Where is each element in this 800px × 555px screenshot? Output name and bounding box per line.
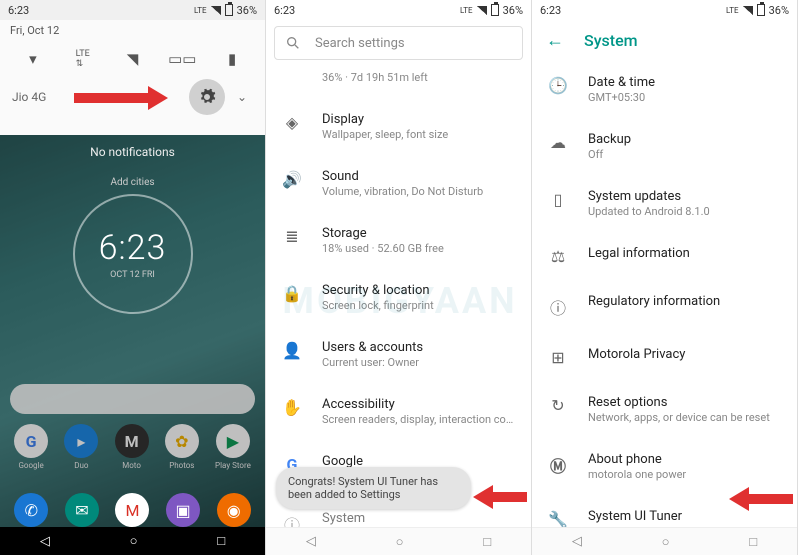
clock-icon: 🕒 [548,76,568,95]
nav-bar: ◁ ○ □ [532,527,797,555]
search-settings-input[interactable]: Search settings [274,26,523,60]
nav-home[interactable]: ○ [396,534,404,550]
toast-ui-tuner-added: Congrats! System UI Tuner has been added… [276,467,471,509]
nav-bar: ◁ ○ □ [266,527,531,555]
signal-icon [477,6,487,15]
system-list: 🕒 Date & timeGMT+05:30 ☁ BackupOff ▯ Sys… [532,61,797,555]
reset-icon: ↻ [548,396,568,415]
data-icon[interactable]: LTE⇅ [71,47,95,71]
lte-indicator: LTE [460,6,473,15]
nav-home[interactable]: ○ [662,534,670,550]
clock-widget-date: OCT 12 FRI [110,270,155,280]
search-icon [285,35,301,51]
nav-recent[interactable]: □ [749,534,757,550]
storage-icon: ≣ [282,227,302,246]
dock-phone[interactable]: ✆ [14,493,48,527]
battery-pct: 36% [769,4,789,17]
lock-icon: 🔒 [282,284,302,303]
clock-time: 6:23 [540,4,561,17]
wifi-icon[interactable]: ▾ [21,47,45,71]
panel-settings-root: 6:23 LTE 36% Search settings 36% · 7d 19… [266,0,532,555]
clock-widget-time: 6:23 [99,228,167,268]
cloud-icon: ☁ [548,133,568,152]
settings-item-battery-partial[interactable]: 36% · 7d 19h 51m left [266,66,531,98]
expand-icon[interactable]: ⌄ [237,90,247,104]
battery-icon [491,4,499,16]
gear-icon [198,88,216,106]
nav-back[interactable]: ◁ [306,534,316,549]
lte-indicator: LTE [194,6,207,15]
system-item-date-time[interactable]: 🕒 Date & timeGMT+05:30 [532,61,797,118]
battery-icon [225,4,233,16]
sound-icon: 🔊 [282,170,302,189]
legal-icon: ⚖ [548,247,568,266]
dock: ✆ ✉ M ▣ ◉ [0,493,265,527]
user-icon: 👤 [282,341,302,360]
system-header: ← System [532,20,797,61]
panel-system-settings: 6:23 LTE 36% ← System 🕒 Date & timeGMT+0… [532,0,798,555]
arrow-to-toast [473,485,527,509]
clock-time: 6:23 [8,4,29,17]
moto-icon: Ⓜ [548,453,568,477]
nav-home[interactable]: ○ [130,533,138,549]
search-placeholder: Search settings [315,36,405,51]
nav-back[interactable]: ◁ [572,534,582,549]
dolby-icon[interactable]: ▭▭ [170,47,194,71]
quick-settings-shade: Fri, Oct 12 ▾ LTE⇅ ◥ ▭▭ ▮ Jio 4G ⌄ [0,20,265,135]
nav-bar: ◁ ○ □ [0,527,265,555]
lte-indicator: LTE [726,6,739,15]
accessibility-icon: ✋ [282,398,302,417]
arrow-to-ui-tuner [729,487,793,511]
shade-date: Fri, Oct 12 [8,20,257,41]
dock-gmail[interactable]: M [115,493,149,527]
dock-gallery[interactable]: ▣ [166,493,200,527]
battery-pct: 36% [503,4,523,17]
settings-item-display[interactable]: ◈ DisplayWallpaper, sleep, font size [266,98,531,155]
home-screen: No notifications Add cities 6:23 OCT 12 … [0,135,265,555]
add-cities-label: Add cities [0,177,265,188]
nav-back[interactable]: ◁ [40,534,50,549]
panel-notification-shade: 6:23 LTE 36% Fri, Oct 12 ▾ LTE⇅ ◥ ▭▭ ▮ J… [0,0,266,555]
clock-time: 6:23 [274,4,295,17]
clock-widget[interactable]: Add cities 6:23 OCT 12 FRI [0,177,265,314]
quick-settings-row: ▾ LTE⇅ ◥ ▭▭ ▮ [8,41,257,73]
settings-item-security[interactable]: 🔒 Security & locationScreen lock, finger… [266,269,531,326]
back-button[interactable]: ← [546,30,564,51]
system-item-legal[interactable]: ⚖ Legal information [532,232,797,280]
battery-icon [757,4,765,16]
system-item-backup[interactable]: ☁ BackupOff [532,118,797,175]
status-bar: 6:23 LTE 36% [532,0,797,20]
system-item-privacy[interactable]: ⊞ Motorola Privacy [532,333,797,381]
system-item-updates[interactable]: ▯ System updatesUpdated to Android 8.1.0 [532,175,797,232]
dock-messages[interactable]: ✉ [65,493,99,527]
privacy-icon: ⊞ [548,348,568,367]
nav-recent[interactable]: □ [217,533,225,549]
dock-chrome[interactable]: ◉ [217,493,251,527]
battery-pct: 36% [237,4,257,17]
battery-sub: 36% · 7d 19h 51m left [322,71,517,84]
settings-gear-button[interactable] [189,79,225,115]
dnd-icon[interactable]: ◥ [120,47,144,71]
no-notifications-label: No notifications [0,135,265,159]
settings-item-sound[interactable]: 🔊 SoundVolume, vibration, Do Not Disturb [266,155,531,212]
signal-icon [211,6,221,15]
update-icon: ▯ [548,190,568,209]
status-bar: 6:23 LTE 36% [0,0,265,20]
info-icon: ⓘ [548,295,568,319]
page-title: System [584,31,638,50]
battery-saver-icon[interactable]: ▮ [220,47,244,71]
arrow-to-gear [74,86,168,110]
signal-icon [743,6,753,15]
system-item-regulatory[interactable]: ⓘ Regulatory information [532,280,797,333]
carrier-label: Jio 4G [12,90,46,104]
status-bar: 6:23 LTE 36% [266,0,531,20]
settings-item-storage[interactable]: ≣ Storage18% used · 52.60 GB free [266,212,531,269]
settings-item-accessibility[interactable]: ✋ AccessibilityScreen readers, display, … [266,383,531,440]
system-item-reset[interactable]: ↻ Reset optionsNetwork, apps, or device … [532,381,797,438]
settings-item-users[interactable]: 👤 Users & accountsCurrent user: Owner [266,326,531,383]
display-icon: ◈ [282,113,302,132]
nav-recent[interactable]: □ [483,534,491,550]
